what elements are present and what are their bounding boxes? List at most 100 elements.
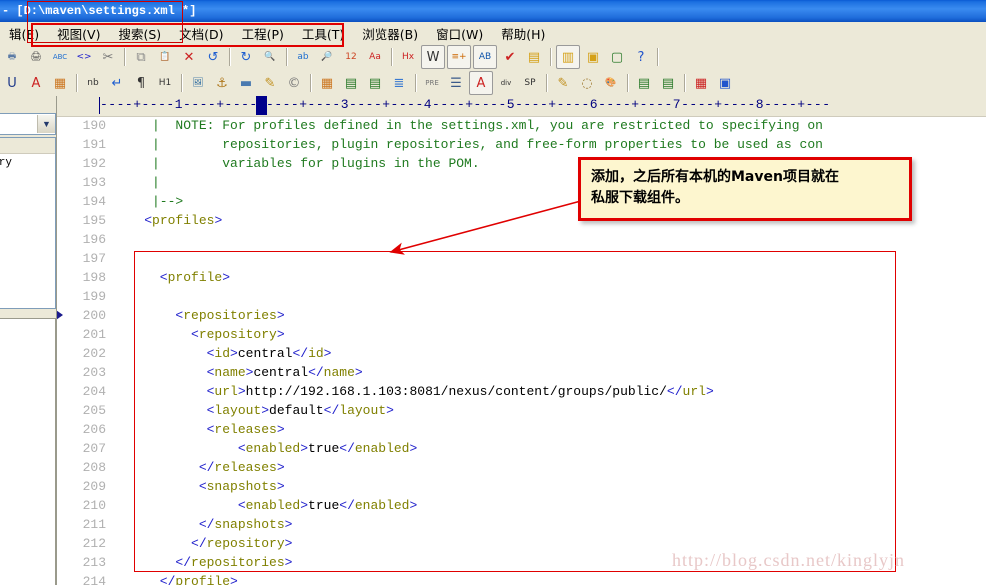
menu-item-2[interactable]: 搜索(S): [109, 22, 170, 45]
print-preview-icon[interactable]: 🖶: [1, 46, 23, 68]
code-line-text[interactable]: <enabled>true</enabled>: [113, 496, 417, 515]
delete-icon[interactable]: ✕: [178, 46, 200, 68]
code-line-text[interactable]: | repositories, plugin repositories, and…: [113, 135, 823, 154]
browser-launch-icon[interactable]: ▢: [606, 46, 628, 68]
code-line-text[interactable]: <repositories>: [113, 306, 285, 325]
file-list-panel[interactable]: itory: [0, 137, 56, 309]
code-line-text[interactable]: <enabled>true</enabled>: [113, 439, 417, 458]
menu-item-5[interactable]: 工具(T): [293, 22, 353, 45]
menu-item-3[interactable]: 文档(D): [170, 22, 232, 45]
heading-icon[interactable]: H1: [154, 72, 176, 94]
menu-item-4[interactable]: 工程(P): [233, 22, 293, 45]
anchor-icon[interactable]: ⚓: [211, 72, 233, 94]
code-line-text[interactable]: <snapshots>: [113, 477, 285, 496]
context-help-icon[interactable]: ?: [630, 46, 652, 68]
menu-item-0[interactable]: 辑(E): [0, 22, 48, 45]
table-row-icon[interactable]: ▤: [340, 72, 362, 94]
pre-tag-icon[interactable]: PRE: [421, 72, 443, 94]
spellcheck-icon[interactable]: ABC: [49, 46, 71, 68]
code-line[interactable]: 210 <enabled>true</enabled>: [57, 496, 986, 515]
code-line[interactable]: 211 </snapshots>: [57, 515, 986, 534]
code-line[interactable]: 206 <releases>: [57, 420, 986, 439]
menu-item-7[interactable]: 窗口(W): [427, 22, 492, 45]
menu-item-8[interactable]: 帮助(H): [492, 22, 554, 45]
line-break-icon[interactable]: ↵: [106, 72, 128, 94]
redo-icon[interactable]: ↻: [235, 46, 257, 68]
code-line-text[interactable]: |: [113, 173, 160, 192]
anchor-tag-icon[interactable]: A: [469, 71, 493, 95]
code-line-text[interactable]: | NOTE: For profiles defined in the sett…: [113, 116, 823, 135]
edit-link-icon[interactable]: ✎: [259, 72, 281, 94]
code-line[interactable]: 199: [57, 287, 986, 306]
code-line[interactable]: 190 | NOTE: For profiles defined in the …: [57, 116, 986, 135]
span-tag-icon[interactable]: SP: [519, 72, 541, 94]
code-line[interactable]: 202 <id>central</id>: [57, 344, 986, 363]
chevron-down-icon[interactable]: ▼: [37, 115, 55, 133]
replace-icon[interactable]: ab: [292, 46, 314, 68]
directory-combo[interactable]: ▼: [0, 113, 56, 135]
word-wrap-icon[interactable]: W: [421, 45, 445, 69]
code-line[interactable]: 209 <snapshots>: [57, 477, 986, 496]
view-source-icon[interactable]: <>: [73, 46, 95, 68]
code-line-text[interactable]: </repository>: [113, 534, 292, 553]
style-view-icon[interactable]: ◌: [576, 72, 598, 94]
horizontal-rule-icon[interactable]: ▬: [235, 72, 257, 94]
code-line-text[interactable]: <url>http://192.168.1.103:8081/nexus/con…: [113, 382, 714, 401]
code-line-text[interactable]: <profile>: [113, 268, 230, 287]
code-line[interactable]: 205 <layout>default</layout>: [57, 401, 986, 420]
code-line-text[interactable]: </releases>: [113, 458, 285, 477]
code-line-text[interactable]: |-->: [113, 192, 183, 211]
style-paint-icon[interactable]: 🎨: [600, 72, 622, 94]
list-icon[interactable]: ☰: [445, 72, 467, 94]
cut-icon[interactable]: ✂: [97, 46, 119, 68]
code-line[interactable]: 201 <repository>: [57, 325, 986, 344]
color-palette-icon[interactable]: ▦: [49, 72, 71, 94]
code-line-text[interactable]: <layout>default</layout>: [113, 401, 394, 420]
print-icon[interactable]: 🖨: [25, 46, 47, 68]
code-line[interactable]: 203 <name>central</name>: [57, 363, 986, 382]
indent-icon[interactable]: ≡+: [447, 45, 471, 69]
menu-item-6[interactable]: 浏览器(B): [353, 22, 427, 45]
file-list-item[interactable]: itory: [0, 154, 55, 169]
code-line[interactable]: 198 <profile>: [57, 268, 986, 287]
nbsp-icon[interactable]: nb: [82, 72, 104, 94]
code-line[interactable]: 196: [57, 230, 986, 249]
code-line[interactable]: 197: [57, 249, 986, 268]
find-icon[interactable]: 🔍: [259, 46, 281, 68]
goto-line-icon[interactable]: 12: [340, 46, 362, 68]
font-face-icon[interactable]: A: [25, 72, 47, 94]
form-icon[interactable]: ▤: [633, 72, 655, 94]
code-line-text[interactable]: </profile>: [113, 572, 238, 585]
find-in-files-icon[interactable]: 🔎: [316, 46, 338, 68]
align-icon[interactable]: ≣: [388, 72, 410, 94]
code-line[interactable]: 208 </releases>: [57, 458, 986, 477]
style-edit-icon[interactable]: ✎: [552, 72, 574, 94]
code-line-text[interactable]: <profiles>: [113, 211, 222, 230]
table-cell-icon[interactable]: ▤: [364, 72, 386, 94]
code-line[interactable]: 214 </profile>: [57, 572, 986, 585]
code-line-text[interactable]: <id>central</id>: [113, 344, 331, 363]
lower-dock-panel[interactable]: [0, 318, 56, 585]
copy-icon[interactable]: ⧉: [130, 46, 152, 68]
check-icon[interactable]: ✔: [499, 46, 521, 68]
code-line[interactable]: 200 <repositories>: [57, 306, 986, 325]
code-line-text[interactable]: <name>central</name>: [113, 363, 363, 382]
insert-image-icon[interactable]: 🖼: [187, 72, 209, 94]
undo-icon[interactable]: ↺: [202, 46, 224, 68]
form-select-icon[interactable]: ▤: [657, 72, 679, 94]
preview-icon[interactable]: ▣: [582, 46, 604, 68]
code-line-text[interactable]: | variables for plugins in the POM.: [113, 154, 480, 173]
layout-split-icon[interactable]: ▥: [556, 45, 580, 69]
code-line-text[interactable]: <releases>: [113, 420, 285, 439]
div-tag-icon[interactable]: div: [495, 72, 517, 94]
code-line-text[interactable]: <repository>: [113, 325, 285, 344]
paste-icon[interactable]: 📋: [154, 46, 176, 68]
code-line-text[interactable]: </repositories>: [113, 553, 292, 572]
document-list-icon[interactable]: ▤: [523, 46, 545, 68]
paragraph-icon[interactable]: ¶: [130, 72, 152, 94]
code-line[interactable]: 207 <enabled>true</enabled>: [57, 439, 986, 458]
code-line[interactable]: 191 | repositories, plugin repositories,…: [57, 135, 986, 154]
case-icon[interactable]: AB: [473, 45, 497, 69]
color-grid-icon[interactable]: ▦: [690, 72, 712, 94]
frame-icon[interactable]: ▣: [714, 72, 736, 94]
